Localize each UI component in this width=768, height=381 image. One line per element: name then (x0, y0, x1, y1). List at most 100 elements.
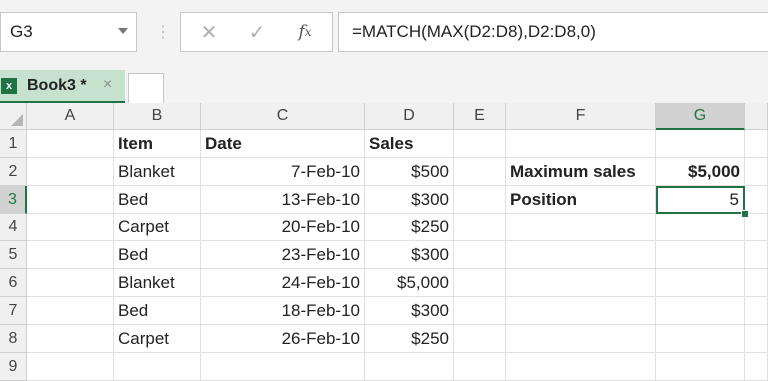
row-header-3[interactable]: 3 (0, 186, 27, 214)
cell-g5[interactable] (656, 241, 745, 269)
cell-f5[interactable] (506, 241, 656, 269)
cell-e3[interactable] (454, 186, 506, 214)
cell-d9[interactable] (365, 353, 454, 381)
column-header-e[interactable]: E (454, 103, 506, 130)
column-header-f[interactable]: F (506, 103, 656, 130)
cell-a3[interactable] (27, 186, 114, 214)
cell-b5[interactable]: Bed (114, 241, 201, 269)
cell-e8[interactable] (454, 325, 506, 353)
cell-d2[interactable]: $500 (365, 158, 454, 186)
cell-b9[interactable] (114, 353, 201, 381)
cell-h9[interactable] (745, 353, 768, 381)
column-header-b[interactable]: B (114, 103, 201, 130)
cancel-icon[interactable]: ✕ (189, 13, 229, 51)
cell-a1[interactable] (27, 130, 114, 158)
cell-b6[interactable]: Blanket (114, 269, 201, 297)
cell-d5[interactable]: $300 (365, 241, 454, 269)
row-header-4[interactable]: 4 (0, 214, 27, 241)
cell-b1[interactable]: Item (114, 130, 201, 158)
cell-e6[interactable] (454, 269, 506, 297)
cell-a7[interactable] (27, 297, 114, 325)
cell-b4[interactable]: Carpet (114, 214, 201, 241)
cell-g7[interactable] (656, 297, 745, 325)
cell-a6[interactable] (27, 269, 114, 297)
cell-a4[interactable] (27, 214, 114, 241)
row-header-7[interactable]: 7 (0, 297, 27, 325)
cell-g1[interactable] (656, 130, 745, 158)
column-header-a[interactable]: A (27, 103, 114, 130)
cell-e9[interactable] (454, 353, 506, 381)
cell-f4[interactable] (506, 214, 656, 241)
insert-function-icon[interactable]: fx (285, 13, 325, 51)
cell-b3[interactable]: Bed (114, 186, 201, 214)
cell-a5[interactable] (27, 241, 114, 269)
cell-e2[interactable] (454, 158, 506, 186)
spreadsheet-grid[interactable]: A B C D E F G 1 Item Date Sales 2 Blanket 7-Feb-10 $50… (0, 103, 768, 381)
cell-d7[interactable]: $300 (365, 297, 454, 325)
cell-e7[interactable] (454, 297, 506, 325)
row-header-2[interactable]: 2 (0, 158, 27, 186)
close-icon[interactable]: × (103, 76, 112, 94)
cell-g3[interactable]: 5 (656, 186, 745, 214)
cell-c1[interactable]: Date (201, 130, 365, 158)
cell-d4[interactable]: $250 (365, 214, 454, 241)
cell-c2[interactable]: 7-Feb-10 (201, 158, 365, 186)
new-workbook-tab[interactable] (128, 73, 164, 103)
row-header-1[interactable]: 1 (0, 130, 27, 158)
cell-g2[interactable]: $5,000 (656, 158, 745, 186)
cell-d1[interactable]: Sales (365, 130, 454, 158)
cell-h7[interactable] (745, 297, 768, 325)
cell-c3[interactable]: 13-Feb-10 (201, 186, 365, 214)
cell-b2[interactable]: Blanket (114, 158, 201, 186)
cell-a2[interactable] (27, 158, 114, 186)
cell-e5[interactable] (454, 241, 506, 269)
row-header-5[interactable]: 5 (0, 241, 27, 269)
cell-f7[interactable] (506, 297, 656, 325)
cell-d6[interactable]: $5,000 (365, 269, 454, 297)
cell-a9[interactable] (27, 353, 114, 381)
cell-h6[interactable] (745, 269, 768, 297)
cell-b8[interactable]: Carpet (114, 325, 201, 353)
select-all-corner[interactable] (0, 103, 27, 130)
enter-check-icon[interactable]: ✓ (237, 13, 277, 51)
cell-c8[interactable]: 26-Feb-10 (201, 325, 365, 353)
cell-e1[interactable] (454, 130, 506, 158)
name-box[interactable]: G3 (0, 12, 137, 52)
row-header-8[interactable]: 8 (0, 325, 27, 353)
cell-h1[interactable] (745, 130, 768, 158)
cell-f6[interactable] (506, 269, 656, 297)
workbook-tab-book3[interactable]: x Book3 * × (0, 70, 125, 103)
column-header-c[interactable]: C (201, 103, 365, 130)
cell-f2[interactable]: Maximum sales (506, 158, 656, 186)
cell-g9[interactable] (656, 353, 745, 381)
cell-f9[interactable] (506, 353, 656, 381)
cell-f3[interactable]: Position (506, 186, 656, 214)
cell-g4[interactable] (656, 214, 745, 241)
cell-e4[interactable] (454, 214, 506, 241)
cell-c5[interactable]: 23-Feb-10 (201, 241, 365, 269)
cell-h8[interactable] (745, 325, 768, 353)
row-header-6[interactable]: 6 (0, 269, 27, 297)
cell-d3[interactable]: $300 (365, 186, 454, 214)
cell-a8[interactable] (27, 325, 114, 353)
name-box-dropdown-icon[interactable] (118, 28, 128, 34)
cell-h5[interactable] (745, 241, 768, 269)
formula-input[interactable]: =MATCH(MAX(D2:D8),D2:D8,0) (338, 12, 768, 52)
cell-c9[interactable] (201, 353, 365, 381)
cell-h2[interactable] (745, 158, 768, 186)
cell-c7[interactable]: 18-Feb-10 (201, 297, 365, 325)
cell-d8[interactable]: $250 (365, 325, 454, 353)
fill-handle[interactable] (741, 210, 749, 218)
cell-h4[interactable] (745, 214, 768, 241)
cell-f8[interactable] (506, 325, 656, 353)
column-header-d[interactable]: D (365, 103, 454, 130)
cell-g8[interactable] (656, 325, 745, 353)
cell-b7[interactable]: Bed (114, 297, 201, 325)
cell-f1[interactable] (506, 130, 656, 158)
column-header-h[interactable] (745, 103, 768, 130)
cell-g6[interactable] (656, 269, 745, 297)
cell-c4[interactable]: 20-Feb-10 (201, 214, 365, 241)
row-header-9[interactable]: 9 (0, 353, 27, 381)
cell-c6[interactable]: 24-Feb-10 (201, 269, 365, 297)
column-header-g[interactable]: G (656, 103, 745, 130)
